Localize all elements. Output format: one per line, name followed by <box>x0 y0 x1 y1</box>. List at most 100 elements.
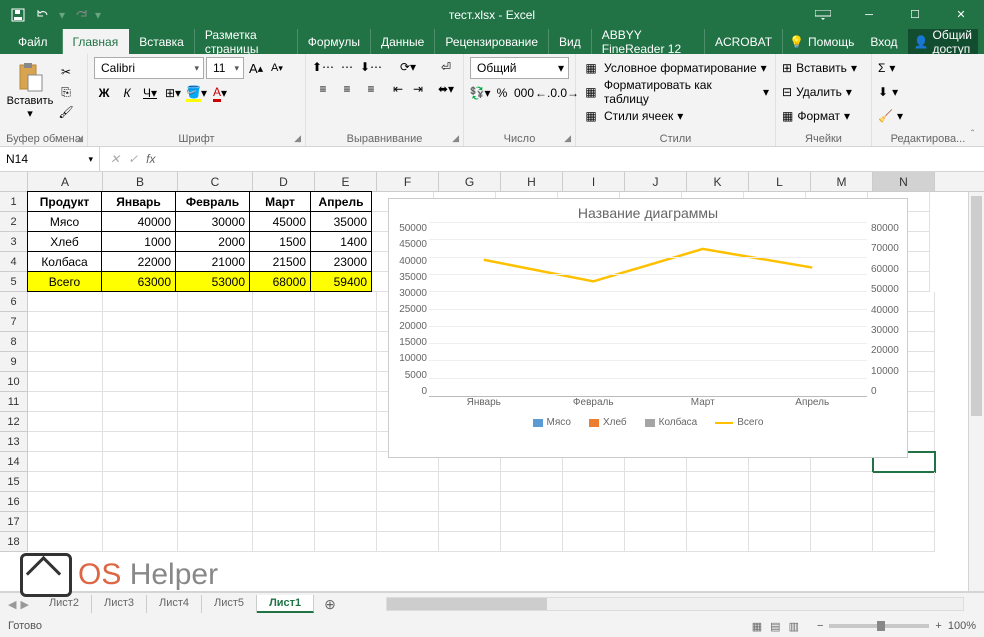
cell[interactable] <box>315 352 377 372</box>
cell[interactable] <box>873 472 935 492</box>
align-bottom-button[interactable]: ⬇⋯ <box>360 57 382 77</box>
row-header[interactable]: 17 <box>0 512 28 532</box>
horizontal-scrollbar[interactable] <box>386 597 964 611</box>
conditional-formatting-button[interactable]: ▦Условное форматирование ▾ <box>582 57 769 79</box>
cell[interactable] <box>625 512 687 532</box>
cell[interactable] <box>103 472 178 492</box>
fx-button[interactable]: fx <box>146 152 155 166</box>
cell[interactable]: Февраль <box>175 191 250 212</box>
cell[interactable] <box>28 432 103 452</box>
align-left-button[interactable]: ≡ <box>312 79 334 99</box>
cell[interactable]: 35000 <box>310 211 372 232</box>
cell[interactable] <box>439 512 501 532</box>
increase-indent-button[interactable]: ⇥ <box>408 79 428 99</box>
cell[interactable] <box>28 512 103 532</box>
cell[interactable] <box>253 352 315 372</box>
cell[interactable]: Продукт <box>27 191 102 212</box>
cell[interactable] <box>103 392 178 412</box>
cell[interactable] <box>28 472 103 492</box>
embedded-chart[interactable]: Название диаграммы 500004500040000350003… <box>388 198 908 458</box>
tab-insert[interactable]: Вставка <box>129 29 195 54</box>
cell[interactable] <box>315 472 377 492</box>
cell[interactable] <box>103 512 178 532</box>
paste-button[interactable]: Вставить ▾ <box>6 57 54 121</box>
cell[interactable] <box>687 492 749 512</box>
cell[interactable] <box>253 392 315 412</box>
cell[interactable]: Хлеб <box>27 231 102 252</box>
cell[interactable] <box>687 472 749 492</box>
tab-file[interactable]: Файл <box>4 29 63 54</box>
row-header[interactable]: 9 <box>0 352 28 372</box>
formula-input[interactable] <box>165 147 984 171</box>
row-header[interactable]: 16 <box>0 492 28 512</box>
cell[interactable]: 1500 <box>249 231 311 252</box>
cell[interactable]: 23000 <box>310 251 372 272</box>
row-header[interactable]: 7 <box>0 312 28 332</box>
font-size-select[interactable]: 11▾ <box>206 57 244 79</box>
cell[interactable]: 53000 <box>175 271 250 292</box>
cell[interactable]: 68000 <box>249 271 311 292</box>
cell[interactable] <box>563 492 625 512</box>
cell[interactable] <box>501 512 563 532</box>
cell[interactable] <box>253 412 315 432</box>
decrease-decimal-button[interactable]: .0→ <box>558 83 578 103</box>
cell[interactable] <box>811 512 873 532</box>
delete-cells-button[interactable]: ⊟Удалить ▾ <box>782 81 865 103</box>
row-header[interactable]: 5 <box>0 272 28 292</box>
align-middle-button[interactable]: ⋯ <box>336 57 358 77</box>
column-header[interactable]: A <box>28 172 103 191</box>
sheet-tab[interactable]: Лист1 <box>257 595 314 613</box>
normal-view-button[interactable]: ▦ <box>752 620 762 633</box>
align-top-button[interactable]: ⬆⋯ <box>312 57 334 77</box>
cell[interactable] <box>315 492 377 512</box>
sheet-tab[interactable]: Лист4 <box>147 595 202 613</box>
sheet-tab[interactable]: Лист5 <box>202 595 257 613</box>
undo-button[interactable] <box>32 3 56 27</box>
cell[interactable] <box>563 512 625 532</box>
row-header[interactable]: 15 <box>0 472 28 492</box>
shrink-font-button[interactable]: A▾ <box>267 58 287 78</box>
accept-formula-icon[interactable]: ✓ <box>128 152 138 166</box>
cell[interactable] <box>253 472 315 492</box>
help-button[interactable]: 💡Помощь <box>783 35 860 49</box>
cell[interactable]: 40000 <box>101 211 176 232</box>
zoom-slider[interactable] <box>829 624 929 628</box>
cell[interactable] <box>625 472 687 492</box>
column-header[interactable]: F <box>377 172 439 191</box>
copy-button[interactable]: ⎘ <box>56 83 76 101</box>
underline-button[interactable]: Ч▾ <box>140 83 160 103</box>
tab-review[interactable]: Рецензирование <box>435 29 549 54</box>
fill-button[interactable]: ⬇▾ <box>878 81 978 103</box>
cell[interactable] <box>178 352 253 372</box>
cell[interactable] <box>315 412 377 432</box>
cell[interactable] <box>315 532 377 552</box>
new-sheet-button[interactable]: ⊕ <box>314 596 346 613</box>
column-header[interactable]: D <box>253 172 315 191</box>
cell[interactable] <box>315 432 377 452</box>
tab-formulas[interactable]: Формулы <box>298 29 371 54</box>
cell[interactable] <box>103 452 178 472</box>
cell[interactable] <box>749 472 811 492</box>
name-box[interactable]: N14▾ <box>0 147 100 171</box>
cell[interactable] <box>178 432 253 452</box>
cell[interactable] <box>28 352 103 372</box>
cell[interactable]: 30000 <box>175 211 250 232</box>
cell[interactable]: Март <box>249 191 311 212</box>
cell[interactable] <box>749 512 811 532</box>
cell[interactable] <box>253 512 315 532</box>
merge-button[interactable]: ⬌▾ <box>436 79 456 99</box>
cell[interactable] <box>687 512 749 532</box>
cell[interactable] <box>103 372 178 392</box>
cell[interactable] <box>178 452 253 472</box>
align-launcher[interactable]: ◢ <box>452 133 459 144</box>
vertical-scrollbar[interactable] <box>968 192 984 591</box>
cell[interactable] <box>811 492 873 512</box>
cell[interactable] <box>315 292 377 312</box>
cell[interactable]: 1400 <box>310 231 372 252</box>
minimize-button[interactable]: ─ <box>846 0 892 29</box>
cell[interactable] <box>501 492 563 512</box>
cell[interactable] <box>28 532 103 552</box>
font-color-button[interactable]: A▾ <box>210 83 230 103</box>
cell[interactable] <box>377 512 439 532</box>
tab-abbyy[interactable]: ABBYY FineReader 12 <box>592 29 705 54</box>
